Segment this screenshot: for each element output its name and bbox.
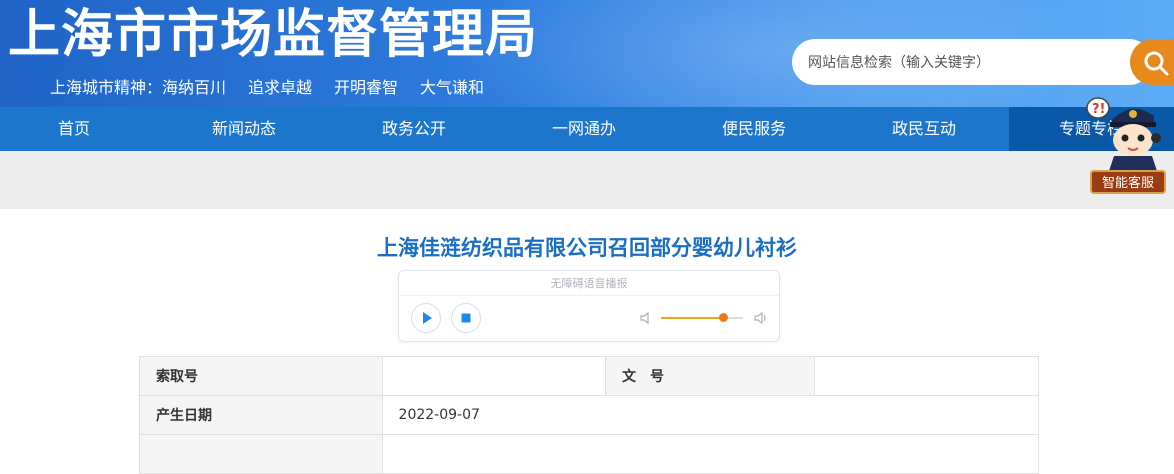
table-value: 2022-09-07 xyxy=(381,395,1040,435)
table-row: 产生日期 2022-09-07 xyxy=(139,395,1040,435)
city-spirit: 上海城市精神：海纳百川 追求卓越 开明睿智 大气谦和 xyxy=(50,74,506,98)
spirit-item: 开明睿智 xyxy=(334,78,399,97)
search-box xyxy=(792,39,1152,87)
table-key xyxy=(139,434,383,474)
main-nav: 首页 新闻动态 政务公开 一网通办 便民服务 政民互动 专题专栏 xyxy=(0,107,1174,151)
police-mascot-icon: ?! xyxy=(1086,97,1161,174)
table-value xyxy=(814,356,1039,396)
player-label: 无障碍语音播报 xyxy=(550,277,628,290)
header-banner: 上海市市场监督管理局 上海城市精神：海纳百川 追求卓越 开明睿智 大气谦和 xyxy=(0,0,1174,107)
table-key: 文 号 xyxy=(605,356,816,396)
volume-level xyxy=(661,317,723,319)
table-row: 索取号 文 号 xyxy=(139,356,1039,396)
table-value xyxy=(381,434,1040,474)
article-title: 上海佳涟纺织品有限公司召回部分婴幼儿衬衫 xyxy=(377,236,797,260)
play-icon xyxy=(423,312,432,324)
stop-button[interactable] xyxy=(451,303,481,333)
smart-assistant-label[interactable]: 智能客服 xyxy=(1090,170,1166,194)
search-icon xyxy=(1144,51,1169,76)
search-button[interactable] xyxy=(1130,39,1174,85)
nav-item-one-stop-service[interactable]: 一网通办 xyxy=(504,107,664,151)
nav-item-public-service[interactable]: 便民服务 xyxy=(674,107,834,151)
play-button[interactable] xyxy=(411,303,441,333)
spirit-item: 追求卓越 xyxy=(248,78,313,97)
table-key: 索取号 xyxy=(139,356,383,396)
stop-icon xyxy=(461,313,471,323)
svg-text:?!: ?! xyxy=(1092,102,1105,117)
audio-player: 无障碍语音播报 xyxy=(398,270,780,342)
volume-high-icon[interactable] xyxy=(753,311,769,325)
search-input[interactable] xyxy=(806,39,1130,87)
volume-knob[interactable] xyxy=(718,313,728,322)
breadcrumb-bar xyxy=(0,151,1174,209)
nav-item-government-affairs[interactable]: 政务公开 xyxy=(334,107,494,151)
player-divider xyxy=(399,295,779,296)
table-row xyxy=(139,434,1040,474)
nav-item-news[interactable]: 新闻动态 xyxy=(164,107,324,151)
table-value xyxy=(381,356,607,396)
spirit-item: 上海城市精神：海纳百川 xyxy=(50,78,227,97)
nav-item-interaction[interactable]: 政民互动 xyxy=(844,107,1004,151)
spirit-item: 大气谦和 xyxy=(420,78,485,97)
site-title: 上海市市场监督管理局 xyxy=(8,5,539,65)
volume-low-icon[interactable] xyxy=(639,311,653,325)
volume-slider[interactable] xyxy=(661,313,743,322)
info-table: 索取号 文 号 产生日期 2022-09-07 xyxy=(139,356,1040,474)
nav-item-home[interactable]: 首页 xyxy=(0,107,148,151)
table-key: 产生日期 xyxy=(139,395,383,435)
